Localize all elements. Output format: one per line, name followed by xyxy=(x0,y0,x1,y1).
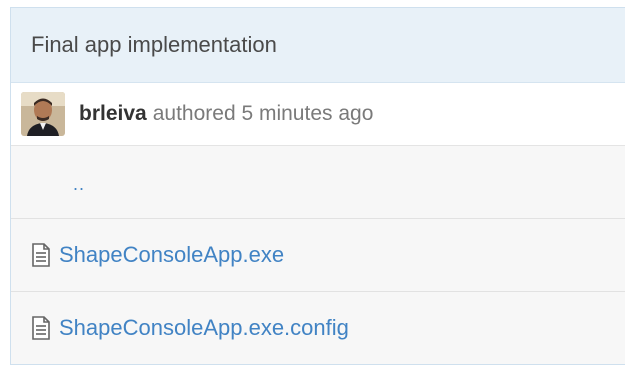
commit-meta: brleiva authored 5 minutes ago xyxy=(11,83,625,146)
parent-directory-row[interactable]: .. xyxy=(11,146,625,219)
file-row[interactable]: ShapeConsoleApp.exe.config xyxy=(11,292,625,364)
file-link[interactable]: ShapeConsoleApp.exe.config xyxy=(59,315,349,341)
commit-file-panel: Final app implementation brleiva authore… xyxy=(10,7,625,365)
file-text-icon xyxy=(32,243,50,267)
authored-time-text: authored 5 minutes ago xyxy=(152,102,374,125)
file-link[interactable]: ShapeConsoleApp.exe xyxy=(59,242,284,268)
file-row[interactable]: ShapeConsoleApp.exe xyxy=(11,219,625,292)
commit-message: Final app implementation xyxy=(11,8,625,83)
avatar-image xyxy=(21,92,65,136)
author-avatar[interactable] xyxy=(21,92,65,136)
parent-directory-link[interactable]: .. xyxy=(73,174,85,195)
file-text-icon xyxy=(32,316,50,340)
author-name-link[interactable]: brleiva xyxy=(79,102,147,126)
